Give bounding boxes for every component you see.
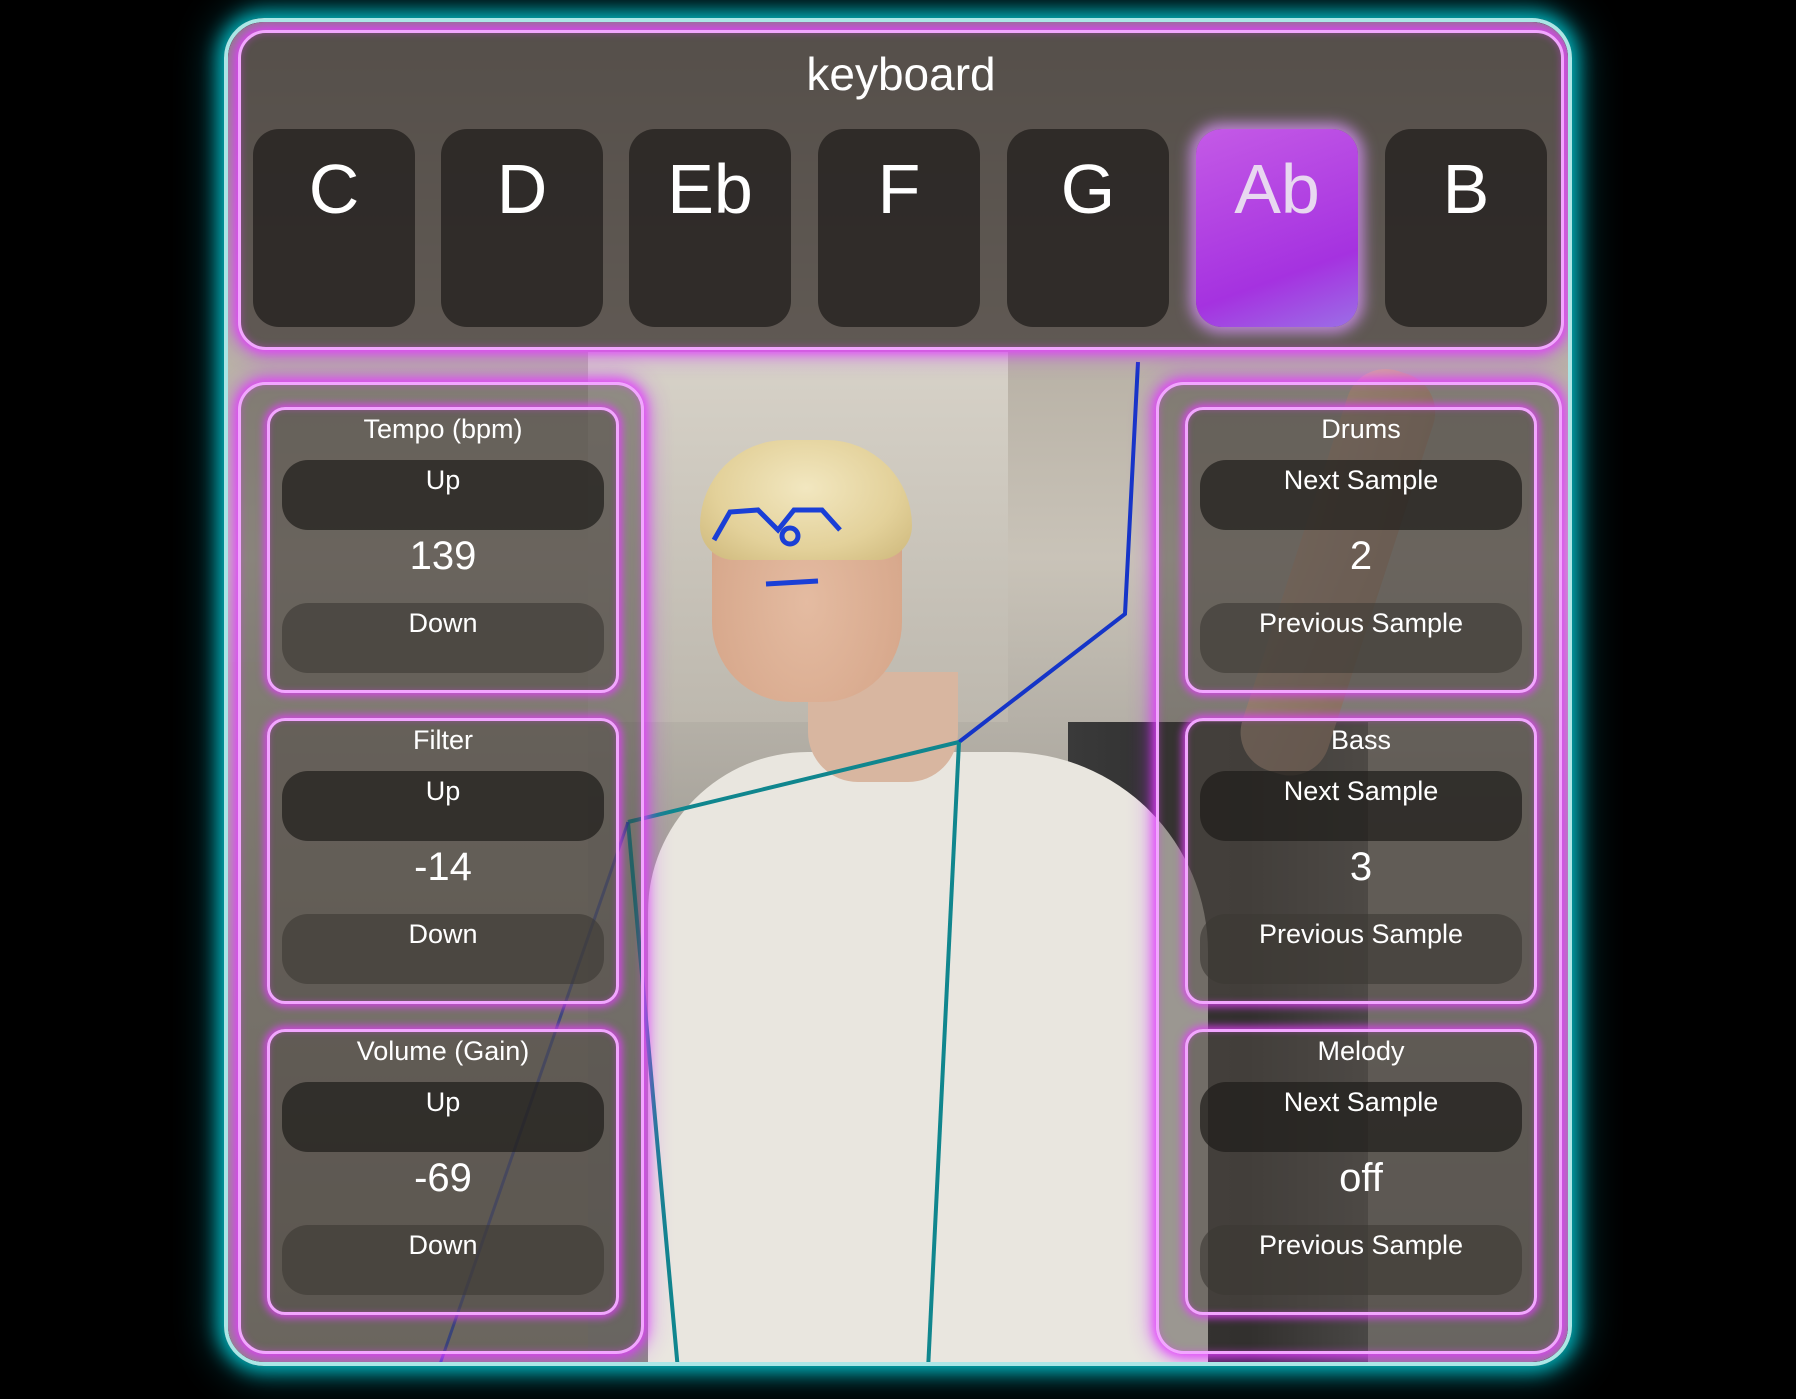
control-title: Filter bbox=[413, 725, 473, 755]
camera-stage: keyboard C D Eb F G Ab B Tempo (bpm) Up … bbox=[224, 18, 1572, 1366]
pose-eyes-line bbox=[711, 507, 842, 542]
bass-next-sample-button[interactable]: Next Sample bbox=[1200, 771, 1522, 841]
filter-value: -14 bbox=[414, 845, 472, 889]
bass-previous-sample-button[interactable]: Previous Sample bbox=[1200, 914, 1522, 984]
pose-shoulders bbox=[627, 740, 960, 824]
melody-control: Melody Next Sample off Previous Sample bbox=[1185, 1029, 1537, 1315]
pose-torso-right bbox=[926, 741, 961, 1362]
key-ab[interactable]: Ab bbox=[1196, 129, 1358, 327]
drums-control: Drums Next Sample 2 Previous Sample bbox=[1185, 407, 1537, 693]
melody-value: off bbox=[1339, 1156, 1383, 1200]
pose-right-arm bbox=[957, 361, 1140, 744]
drums-value: 2 bbox=[1349, 534, 1373, 578]
melody-next-sample-button[interactable]: Next Sample bbox=[1200, 1082, 1522, 1152]
volume-up-button[interactable]: Up bbox=[282, 1082, 604, 1152]
samples-panel: Drums Next Sample 2 Previous Sample Bass… bbox=[1156, 382, 1562, 1354]
melody-previous-sample-button[interactable]: Previous Sample bbox=[1200, 1225, 1522, 1295]
tempo-value: 139 bbox=[409, 534, 477, 578]
keyboard-title: keyboard bbox=[806, 48, 996, 100]
pose-mouth-line bbox=[765, 578, 819, 587]
pose-nose-point bbox=[779, 525, 801, 547]
volume-value: -69 bbox=[414, 1156, 472, 1200]
drums-previous-sample-button[interactable]: Previous Sample bbox=[1200, 603, 1522, 673]
keyboard-panel: keyboard C D Eb F G Ab B bbox=[238, 30, 1564, 350]
control-title: Volume (Gain) bbox=[356, 1036, 530, 1066]
filter-up-button[interactable]: Up bbox=[282, 771, 604, 841]
filter-down-button[interactable]: Down bbox=[282, 914, 604, 984]
control-title: Drums bbox=[1321, 414, 1401, 444]
control-title: Tempo (bpm) bbox=[363, 414, 523, 444]
key-eb[interactable]: Eb bbox=[629, 129, 791, 327]
volume-down-button[interactable]: Down bbox=[282, 1225, 604, 1295]
bass-value: 3 bbox=[1349, 845, 1373, 889]
tempo-up-button[interactable]: Up bbox=[282, 460, 604, 530]
key-f[interactable]: F bbox=[818, 129, 980, 327]
tempo-down-button[interactable]: Down bbox=[282, 603, 604, 673]
control-title: Bass bbox=[1330, 725, 1392, 755]
volume-control: Volume (Gain) Up -69 Down bbox=[267, 1029, 619, 1315]
tempo-control: Tempo (bpm) Up 139 Down bbox=[267, 407, 619, 693]
bass-control: Bass Next Sample 3 Previous Sample bbox=[1185, 718, 1537, 1004]
effects-panel: Tempo (bpm) Up 139 Down Filter Up -14 Do… bbox=[238, 382, 644, 1354]
key-g[interactable]: G bbox=[1007, 129, 1169, 327]
key-c[interactable]: C bbox=[253, 129, 415, 327]
key-d[interactable]: D bbox=[441, 129, 603, 327]
filter-control: Filter Up -14 Down bbox=[267, 718, 619, 1004]
drums-next-sample-button[interactable]: Next Sample bbox=[1200, 460, 1522, 530]
key-b[interactable]: B bbox=[1385, 129, 1547, 327]
control-title: Melody bbox=[1317, 1036, 1405, 1066]
